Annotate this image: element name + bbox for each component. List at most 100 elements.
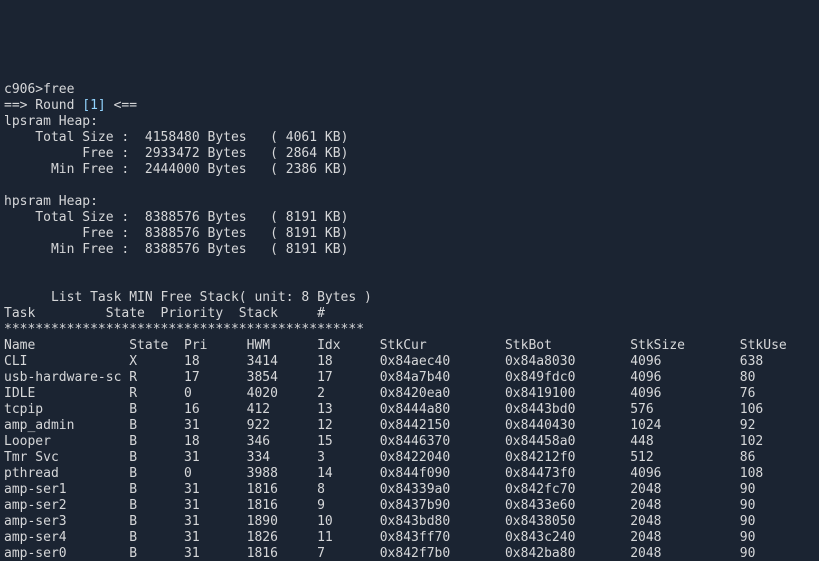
heap-name-1: hpsram Heap: [4,194,98,209]
table-row: amp-ser2 B 31 1816 9 0x8437b90 0x8433e60… [4,498,755,513]
cell-1: B [129,498,184,513]
cell-0: pthread [4,466,129,481]
cell-3: 412 [247,402,317,417]
cell-5: 0x8444a80 [380,402,505,417]
cell-1: B [129,482,184,497]
cell-8: 80 [740,370,756,385]
cell-7: 4096 [630,386,740,401]
col-header-8: StkUse [740,338,787,353]
cell-6: 0x849fdc0 [505,370,630,385]
shell-prompt: c906> [4,82,43,97]
cell-2: 31 [184,418,247,433]
cell-1: B [129,466,184,481]
cell-4: 15 [317,434,380,449]
cell-3: 1816 [247,482,317,497]
cell-1: B [129,450,184,465]
heap-row-bytes: 8388576 Bytes [145,210,270,225]
cell-3: 1816 [247,498,317,513]
cell-8: 90 [740,546,756,561]
terminal-output[interactable]: c906>free ==> Round [1] <== lpsram Heap:… [0,80,819,561]
task-list-title: List Task MIN Free Stack( unit: 8 Bytes … [4,290,372,305]
col-header-0: Name [4,338,129,353]
heap-row-label: Free : [4,226,145,241]
cell-0: amp-ser0 [4,546,129,561]
cell-4: 3 [317,450,380,465]
round-prefix: ==> Round [4,98,82,113]
task-separator: ****************************************… [4,322,364,337]
cell-2: 16 [184,402,247,417]
cell-0: usb-hardware-sc [4,370,129,385]
cell-0: amp-ser3 [4,514,129,529]
table-row: amp-ser1 B 31 1816 8 0x84339a0 0x842fc70… [4,482,755,497]
col-header-2: Pri [184,338,247,353]
cell-7: 2048 [630,546,740,561]
heap-row-label: Free : [4,146,145,161]
col-header-7: StkSize [630,338,740,353]
cell-1: B [129,546,184,561]
command-input[interactable]: free [43,82,74,97]
heap-row-bytes: 4158480 Bytes [145,130,270,145]
cell-4: 14 [317,466,380,481]
cell-3: 3414 [247,354,317,369]
cell-3: 346 [247,434,317,449]
heap-row-bytes: 2444000 Bytes [145,162,270,177]
table-row: amp-ser3 B 31 1890 10 0x843bd80 0x843805… [4,514,755,529]
cell-3: 1816 [247,546,317,561]
cell-2: 31 [184,450,247,465]
heap-row-kb: ( 2386 KB) [270,162,348,177]
cell-6: 0x84473f0 [505,466,630,481]
heap-row-label: Total Size : [4,210,145,225]
cell-4: 2 [317,386,380,401]
cell-7: 576 [630,402,740,417]
cell-4: 11 [317,530,380,545]
cell-5: 0x8422040 [380,450,505,465]
cell-6: 0x8440430 [505,418,630,433]
cell-1: B [129,402,184,417]
cell-6: 0x842fc70 [505,482,630,497]
cell-1: R [129,386,184,401]
cell-6: 0x843c240 [505,530,630,545]
cell-3: 4020 [247,386,317,401]
cell-4: 17 [317,370,380,385]
cell-3: 3854 [247,370,317,385]
table-row: IDLE R 0 4020 2 0x8420ea0 0x8419100 4096… [4,386,755,401]
col-header-1: State [129,338,184,353]
heap-row-kb: ( 8191 KB) [270,226,348,241]
col-header-5: StkCur [380,338,505,353]
cell-7: 512 [630,450,740,465]
cell-5: 0x843ff70 [380,530,505,545]
cell-2: 31 [184,530,247,545]
cell-4: 13 [317,402,380,417]
cell-2: 31 [184,498,247,513]
cell-6: 0x8433e60 [505,498,630,513]
cell-8: 108 [740,466,763,481]
cell-7: 448 [630,434,740,449]
cell-6: 0x8443bd0 [505,402,630,417]
cell-8: 86 [740,450,756,465]
cell-7: 2048 [630,514,740,529]
cell-3: 334 [247,450,317,465]
cell-0: amp-ser2 [4,498,129,513]
cell-7: 2048 [630,530,740,545]
cell-4: 7 [317,546,380,561]
cell-2: 18 [184,434,247,449]
cell-5: 0x84a7b40 [380,370,505,385]
cell-7: 2048 [630,482,740,497]
cell-3: 1890 [247,514,317,529]
cell-0: CLI [4,354,129,369]
cell-5: 0x84339a0 [380,482,505,497]
cell-7: 1024 [630,418,740,433]
table-row: Tmr Svc B 31 334 3 0x8422040 0x84212f0 5… [4,450,755,465]
cell-6: 0x8419100 [505,386,630,401]
table-row: amp-ser4 B 31 1826 11 0x843ff70 0x843c24… [4,530,755,545]
heap-row-label: Min Free : [4,162,145,177]
cell-2: 31 [184,546,247,561]
cell-7: 4096 [630,466,740,481]
cell-8: 638 [740,354,763,369]
cell-7: 2048 [630,498,740,513]
col-header-6: StkBot [505,338,630,353]
cell-0: tcpip [4,402,129,417]
cell-8: 90 [740,514,756,529]
cell-2: 31 [184,482,247,497]
table-row: pthread B 0 3988 14 0x844f090 0x84473f0 … [4,466,763,481]
